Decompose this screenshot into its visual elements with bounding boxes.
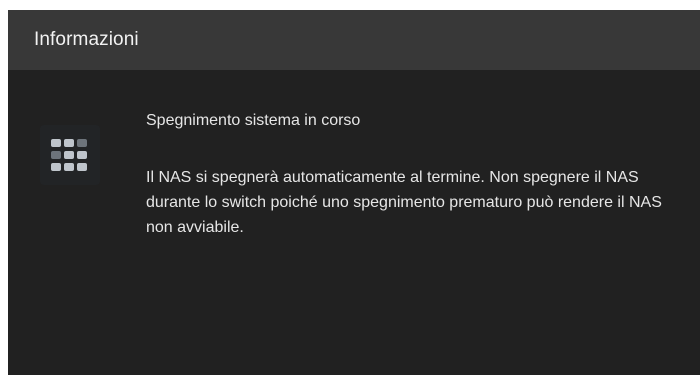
info-dialog: Informazioni Spegnimento sistema in cors… (8, 10, 700, 375)
message-heading: Spegnimento sistema in corso (146, 112, 361, 129)
dialog-title: Informazioni (34, 29, 139, 50)
dialog-content: Spegnimento sistema in corso Il NAS si s… (8, 70, 700, 375)
app-grid-icon (40, 125, 100, 185)
grid-icon-graphic (51, 139, 87, 171)
message-body: Il NAS si spegnerà automaticamente al te… (146, 169, 662, 236)
dialog-titlebar[interactable]: Informazioni (8, 10, 700, 70)
dialog-message: Spegnimento sistema in corso Il NAS si s… (146, 108, 686, 240)
